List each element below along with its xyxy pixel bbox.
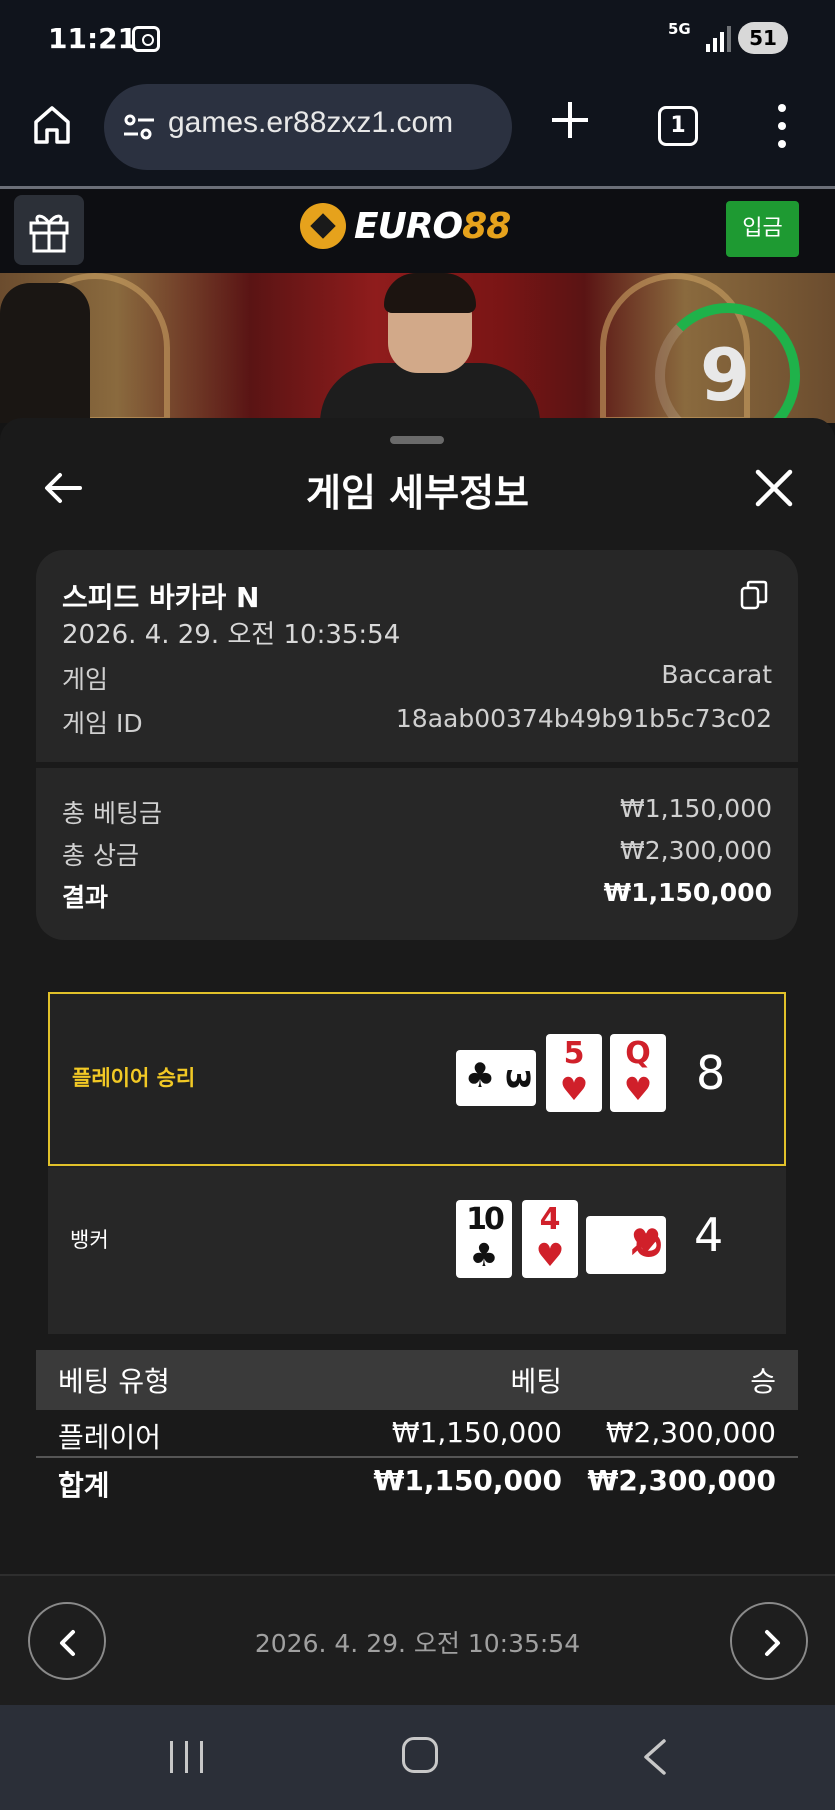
system-nav-bar (0, 1705, 835, 1810)
soccer-ball-icon (300, 203, 346, 249)
game-details-sheet: 게임 세부정보 스피드 바카라 N 2026. 4. 29. 오전 10:35:… (0, 418, 835, 1705)
total-bet-cell: ₩1,150,000 (373, 1464, 562, 1497)
total-bet-row: 총 베팅금 ₩1,150,000 (62, 794, 772, 830)
playing-card: 4 ♥ (522, 1200, 578, 1278)
player-hand-label: 플레이어 승리 (72, 1066, 196, 1090)
tab-switcher-button[interactable]: 1 (658, 106, 698, 146)
playing-card: ♣ 3 (456, 1050, 536, 1106)
close-button[interactable] (752, 466, 796, 510)
card-suit: ♥ (623, 1070, 653, 1108)
card-suit: ♥ (535, 1236, 565, 1274)
status-bar: 11:21 5G 51 (0, 0, 835, 80)
bet-amount-cell: ₩1,150,000 (391, 1416, 562, 1449)
gift-icon (29, 214, 69, 253)
total-bet-label: 총 베팅금 (62, 799, 162, 828)
screenshot-icon (132, 26, 160, 52)
back-chevron-icon (644, 1739, 666, 1775)
status-time: 11:21 (48, 22, 138, 55)
card-rank: 3 (499, 1067, 536, 1091)
close-icon (755, 469, 793, 507)
url-text: games.er88zxz1.com (168, 106, 454, 139)
banker-hand: 뱅커 10 ♣ 4 ♥ Q ♥ 4 (48, 1168, 786, 1334)
game-type-row: 게임 Baccarat (62, 660, 772, 696)
card-suit: ♥ (630, 1222, 662, 1262)
card-suit: ♥ (559, 1070, 589, 1108)
deposit-button[interactable]: 입금 (726, 201, 799, 257)
live-video: 9 (0, 273, 835, 423)
card-rank: 5 (563, 1036, 585, 1071)
total-win-value: ₩2,300,000 (620, 836, 772, 865)
divider (36, 762, 798, 768)
game-type-value: Baccarat (661, 660, 772, 689)
card-rank: Q (625, 1036, 651, 1071)
battery-icon: 51 (738, 22, 788, 54)
card-rank: 4 (539, 1202, 561, 1237)
video-person (0, 283, 90, 423)
game-name: 스피드 바카라 N (62, 581, 260, 614)
site-header: EURO88 입금 (0, 189, 835, 273)
logo-text: EURO (354, 205, 463, 247)
playing-card: Q ♥ (610, 1034, 666, 1112)
chevron-right-icon (765, 1630, 780, 1656)
table-row: 플레이어 ₩1,150,000 ₩2,300,000 (36, 1406, 798, 1454)
total-type-cell: 합계 (58, 1469, 110, 1502)
dealer-hair (384, 273, 476, 313)
sheet-title: 게임 세부정보 (306, 471, 529, 515)
sheet-footer: 2026. 4. 29. 오전 10:35:54 (0, 1574, 835, 1705)
home-icon (34, 106, 70, 144)
result-value: ₩1,150,000 (603, 878, 772, 907)
playing-card: 10 ♣ (456, 1200, 512, 1278)
win-amount-cell: ₩2,300,000 (605, 1416, 776, 1449)
game-datetime: 2026. 4. 29. 오전 10:35:54 (62, 620, 401, 650)
site-settings-icon[interactable] (122, 110, 156, 144)
total-win-cell: ₩2,300,000 (587, 1464, 776, 1497)
bet-type-cell: 플레이어 (58, 1421, 162, 1454)
system-back-button[interactable] (640, 1737, 670, 1777)
player-hand: 플레이어 승리 ♣ 3 5 ♥ Q ♥ 8 (48, 992, 786, 1166)
playing-card: Q ♥ (586, 1216, 666, 1274)
network-type-icon: 5G (668, 20, 691, 38)
table-total-row: 합계 ₩1,150,000 ₩2,300,000 (36, 1454, 798, 1502)
card-rank: 10 (466, 1202, 505, 1237)
home-button[interactable] (30, 102, 74, 146)
more-menu-button[interactable] (774, 104, 790, 148)
drag-handle[interactable] (390, 436, 444, 444)
game-id-value: 18aab00374b49b91b5c73c02 (395, 704, 772, 733)
footer-datetime: 2026. 4. 29. 오전 10:35:54 (254, 1629, 581, 1658)
banker-hand-label: 뱅커 (70, 1228, 109, 1252)
gift-button[interactable] (14, 195, 84, 265)
playing-card: 5 ♥ (546, 1034, 602, 1112)
banker-total: 4 (694, 1208, 724, 1262)
card-suit: ♣ (469, 1236, 499, 1274)
total-bet-value: ₩1,150,000 (620, 794, 772, 823)
copy-icon[interactable] (740, 580, 768, 610)
signal-icon (704, 26, 732, 52)
header-bet-type: 베팅 유형 (58, 1365, 170, 1398)
address-bar[interactable]: games.er88zxz1.com (104, 84, 512, 170)
game-info-card: 스피드 바카라 N 2026. 4. 29. 오전 10:35:54 게임 Ba… (36, 550, 798, 940)
system-home-button[interactable] (402, 1737, 438, 1773)
logo-accent: 88 (462, 205, 511, 247)
site-logo[interactable]: EURO88 (300, 201, 511, 251)
bet-table-header: 베팅 유형 베팅 승 (36, 1350, 798, 1410)
new-tab-button[interactable] (548, 98, 592, 142)
next-game-button[interactable] (730, 1602, 808, 1680)
card-suit: ♣ (464, 1056, 496, 1096)
result-row: 결과 ₩1,150,000 (62, 878, 772, 914)
player-total: 8 (696, 1046, 726, 1100)
header-bet: 베팅 (510, 1365, 562, 1398)
recent-apps-button[interactable] (170, 1741, 206, 1773)
game-id-label: 게임 ID (62, 709, 143, 738)
total-win-row: 총 상금 ₩2,300,000 (62, 836, 772, 872)
header-win: 승 (750, 1365, 776, 1398)
game-type-label: 게임 (62, 665, 109, 694)
result-label: 결과 (62, 883, 109, 912)
hands-panel: 플레이어 승리 ♣ 3 5 ♥ Q ♥ 8 뱅커 10 ♣ 4 ♥ Q ♥ 4 (48, 992, 786, 1334)
game-id-row: 게임 ID 18aab00374b49b91b5c73c02 (62, 704, 772, 740)
round-timer: 9 (700, 333, 751, 417)
browser-toolbar: games.er88zxz1.com 1 (0, 80, 835, 186)
total-win-label: 총 상금 (62, 841, 139, 870)
